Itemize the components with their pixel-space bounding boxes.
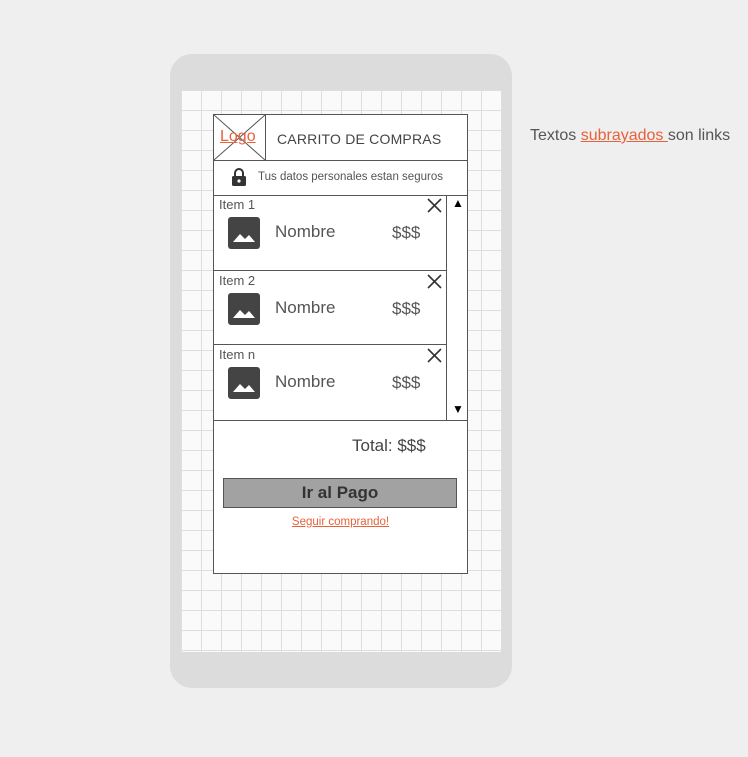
total-amount: Total: $$$ bbox=[352, 436, 426, 455]
logo-placeholder[interactable]: Logo bbox=[214, 115, 266, 160]
scroll-down-arrow-icon[interactable]: ▼ bbox=[452, 402, 464, 416]
close-icon[interactable] bbox=[427, 274, 442, 289]
logo-link[interactable]: Logo bbox=[220, 128, 256, 146]
item-list-scrollbar[interactable]: ▲ ▼ bbox=[446, 195, 467, 421]
item-label: Item 1 bbox=[219, 197, 256, 212]
go-to-payment-button[interactable]: Ir al Pago bbox=[223, 478, 457, 508]
cart-item: Item 2 Nombre $$$ bbox=[214, 271, 446, 345]
close-icon[interactable] bbox=[427, 348, 442, 363]
divider bbox=[214, 420, 467, 421]
security-text: Tus datos personales estan seguros bbox=[258, 171, 443, 183]
item-name: Nombre bbox=[275, 222, 336, 241]
cart-item-list[interactable]: Item 1 Nombre $$$ Item 2 Nombre $$$ Item… bbox=[214, 195, 446, 421]
note-text: Textos bbox=[530, 127, 581, 144]
continue-shopping-link[interactable]: Seguir comprando! bbox=[214, 516, 467, 528]
item-name: Nombre bbox=[275, 298, 336, 317]
annotation-note: Textos subrayados son links bbox=[530, 125, 740, 147]
item-price: $$$ bbox=[392, 223, 421, 242]
close-icon[interactable] bbox=[427, 198, 442, 213]
item-label: Item 2 bbox=[219, 273, 256, 288]
lock-icon bbox=[232, 168, 246, 186]
note-link-sample: subrayados bbox=[580, 127, 668, 144]
cart-header: Logo CARRITO DE COMPRAS bbox=[214, 115, 467, 161]
item-price: $$$ bbox=[392, 373, 421, 392]
page-title: CARRITO DE COMPRAS bbox=[277, 131, 442, 147]
shopping-cart-panel: Logo CARRITO DE COMPRAS Tus datos person… bbox=[213, 114, 468, 574]
item-label: Item n bbox=[219, 347, 256, 362]
image-icon bbox=[228, 293, 260, 325]
cart-item: Item n Nombre $$$ bbox=[214, 345, 446, 421]
image-icon bbox=[228, 217, 260, 249]
image-icon bbox=[228, 367, 260, 399]
item-name: Nombre bbox=[275, 372, 336, 391]
item-price: $$$ bbox=[392, 299, 421, 318]
security-notice: Tus datos personales estan seguros bbox=[214, 160, 467, 196]
note-text-end: son links bbox=[667, 127, 731, 144]
cart-item: Item 1 Nombre $$$ bbox=[214, 195, 446, 271]
scroll-up-arrow-icon[interactable]: ▲ bbox=[452, 196, 464, 210]
